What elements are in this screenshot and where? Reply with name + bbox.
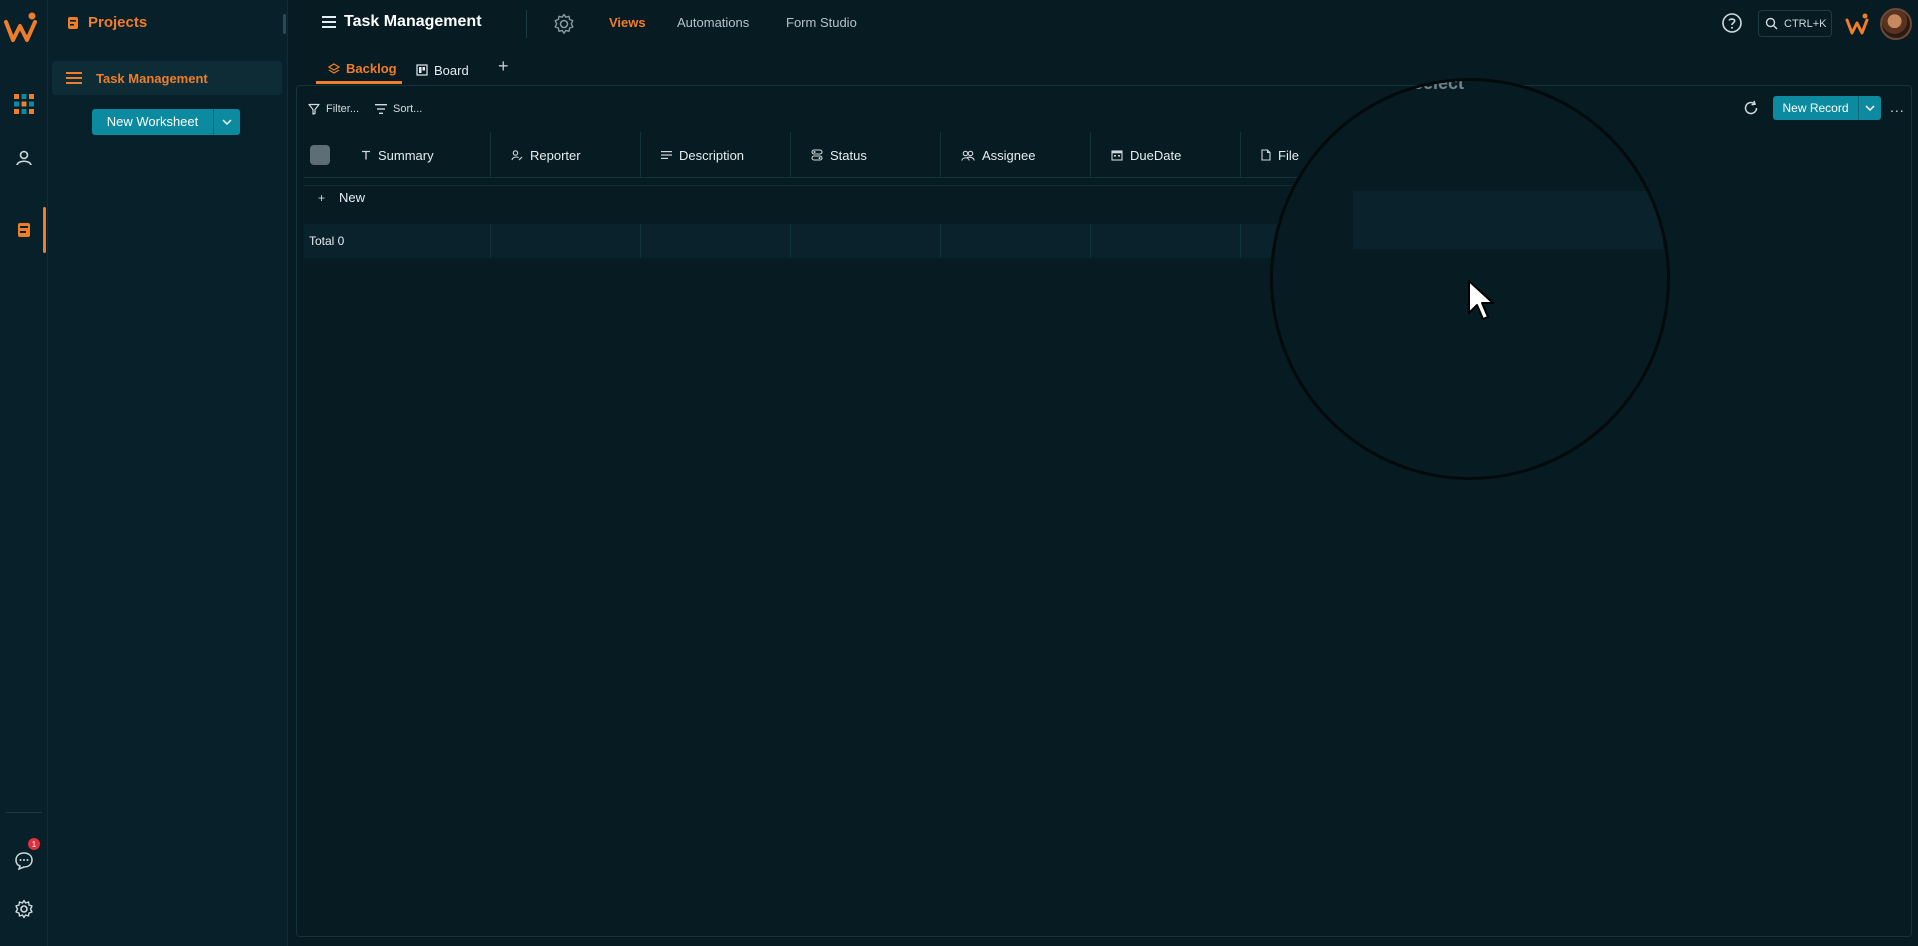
new-record-button[interactable]: New Record: [1773, 96, 1881, 120]
column-label: Reporter: [530, 147, 581, 163]
column-label: Description: [679, 147, 745, 163]
sort-button[interactable]: Sort...: [375, 99, 422, 119]
column-header-summary[interactable]: Summary: [341, 132, 491, 178]
rail-active-indicator: [43, 207, 46, 253]
user-avatar[interactable]: [1880, 8, 1912, 40]
filter-label: Filter...: [326, 103, 360, 115]
toggle-icon: [811, 149, 823, 161]
column-label: Summary: [378, 147, 434, 163]
help-icon[interactable]: [1721, 12, 1743, 34]
tab-board[interactable]: Board: [416, 56, 469, 84]
footer-divider: [1090, 224, 1091, 258]
brand-logo-icon: [1845, 13, 1869, 35]
app-rail: 1: [0, 0, 48, 946]
sidebar-resize-handle[interactable]: [283, 14, 286, 34]
column-label: DueDate: [1130, 147, 1182, 163]
column-header-reporter[interactable]: Reporter: [491, 132, 641, 178]
page-title: Task Management: [322, 13, 482, 31]
sidebar-item-label: Task Management: [96, 70, 208, 86]
layers-icon: [328, 62, 340, 74]
column-header-duedate[interactable]: DueDate: [1091, 132, 1241, 178]
chevron-down-icon[interactable]: [214, 119, 240, 125]
column-label: Status: [830, 147, 867, 163]
list-icon: [322, 16, 336, 28]
file-icon: [1261, 149, 1271, 161]
sort-icon: [375, 104, 387, 114]
table-panel: [296, 85, 1912, 937]
filter-icon: [308, 103, 320, 115]
new-worksheet-label[interactable]: New Worksheet: [92, 109, 214, 135]
sidebar-title-label: Projects: [88, 14, 148, 31]
text-icon: [362, 150, 370, 160]
column-label: File: [1278, 147, 1299, 163]
gear-icon[interactable]: [12, 897, 36, 921]
search-icon: [1765, 17, 1778, 30]
nav-views[interactable]: Views: [609, 15, 646, 30]
column-header-description[interactable]: Description: [641, 132, 791, 178]
settings-gear-icon[interactable]: [552, 12, 576, 36]
select-icon: [1392, 81, 1406, 91]
align-left-icon: [661, 151, 672, 159]
project-icon: [68, 16, 78, 29]
add-view-button[interactable]: +: [498, 56, 509, 77]
footer-divider: [490, 224, 491, 258]
magnified-select-label: select: [1391, 78, 1465, 94]
footer-divider: [640, 224, 641, 258]
select-label: select: [1413, 78, 1465, 93]
new-record-label[interactable]: New Record: [1773, 96, 1859, 120]
header-divider: [526, 10, 527, 38]
footer-divider: [790, 224, 791, 258]
search-button[interactable]: CTRL+K: [1758, 10, 1832, 37]
footer-divider: [1240, 224, 1241, 258]
people-icon: [961, 150, 975, 161]
plus-icon: +: [318, 190, 326, 205]
tab-board-label: Board: [434, 62, 469, 78]
tab-backlog-label: Backlog: [346, 61, 397, 76]
sort-label: Sort...: [393, 103, 423, 115]
chevron-down-icon[interactable]: [1859, 105, 1881, 111]
new-worksheet-button[interactable]: New Worksheet: [92, 109, 240, 135]
calendar-icon: [1111, 150, 1123, 161]
magnified-row: [1353, 191, 1663, 249]
rail-divider: [6, 812, 42, 813]
search-shortcut: CTRL+K: [1784, 17, 1827, 30]
person-edit-icon: [511, 150, 523, 161]
column-label: Assignee: [982, 147, 1036, 163]
chat-icon[interactable]: [12, 849, 36, 873]
user-icon[interactable]: [12, 146, 36, 170]
page-title-label: Task Management: [344, 13, 482, 30]
column-header-status[interactable]: Status: [791, 132, 941, 178]
select-all-checkbox[interactable]: [310, 145, 330, 165]
project-sidebar: Projects Task Management New Worksheet: [48, 0, 288, 946]
mouse-cursor-icon: [1468, 280, 1494, 320]
list-icon: [66, 72, 82, 84]
add-row-label: New: [339, 190, 366, 205]
sidebar-item-task-management[interactable]: Task Management: [52, 61, 282, 95]
tab-backlog[interactable]: Backlog: [316, 56, 402, 84]
column-header-assignee[interactable]: Assignee: [941, 132, 1091, 178]
apps-grid-icon[interactable]: [12, 92, 36, 116]
footer-divider: [940, 224, 941, 258]
notification-badge: 1: [28, 838, 40, 850]
board-icon: [416, 64, 428, 76]
sidebar-title[interactable]: Projects: [66, 14, 147, 31]
filter-button[interactable]: Filter...: [308, 99, 359, 119]
logo-icon[interactable]: [2, 8, 42, 48]
refresh-icon[interactable]: [1742, 99, 1760, 117]
add-row-button[interactable]: + New: [318, 190, 365, 205]
more-options-button[interactable]: ...: [1890, 99, 1905, 115]
total-count: Total 0: [309, 234, 345, 248]
nav-automations[interactable]: Automations: [677, 15, 749, 30]
project-icon[interactable]: [12, 218, 36, 242]
nav-form-studio[interactable]: Form Studio: [786, 15, 857, 30]
